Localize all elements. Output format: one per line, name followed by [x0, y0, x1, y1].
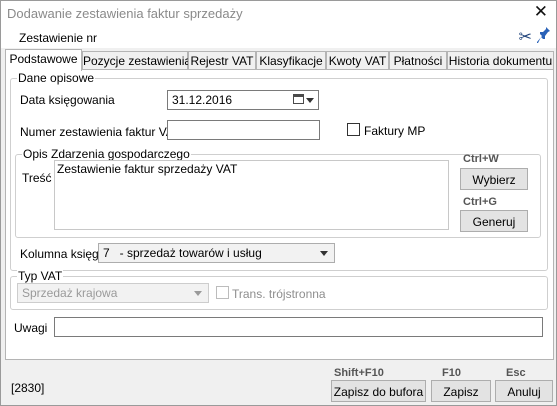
save-to-buffer-button[interactable]: Zapisz do bufora — [331, 380, 426, 402]
dane-opisowe-group: Dane opisowe Data księgowania 31.12.2016… — [10, 71, 548, 271]
data-ksiegowania-label: Data księgowania — [20, 93, 115, 107]
opis-zdarzenia-group: Opis Zdarzenia gospodarczego Treść Zesta… — [15, 147, 541, 238]
kolumna-ksiegi-label: Kolumna księgi — [20, 247, 102, 261]
scissors-icon[interactable]: ✂ — [519, 27, 532, 46]
data-ksiegowania-value: 31.12.2016 — [172, 93, 233, 107]
trans-trojstronna-label: Trans. trójstronna — [232, 287, 326, 301]
uwagi-label: Uwagi — [14, 321, 48, 335]
generuj-hotkey: Ctrl+G — [463, 196, 497, 208]
tresc-textarea[interactable]: Zestawienie faktur sprzedaży VAT — [54, 160, 449, 230]
zapisz-do-bufora-hotkey: Shift+F10 — [334, 367, 384, 379]
wybierz-button[interactable]: Wybierz — [460, 168, 528, 190]
tresc-label: Treść — [22, 171, 52, 185]
uwagi-field[interactable] — [54, 317, 543, 337]
close-icon[interactable]: ✕ — [534, 2, 548, 22]
data-ksiegowania-field[interactable]: 31.12.2016 — [167, 90, 319, 110]
typ-vat-group: Typ VAT Sprzedaż krajowa Trans. trójstro… — [10, 269, 548, 310]
faktury-mp-label: Faktury MP — [364, 124, 426, 138]
tab-historia-dokumentu[interactable]: Historia dokumentu — [447, 51, 554, 70]
zapisz-hotkey: F10 — [442, 367, 461, 379]
cancel-button[interactable]: Anuluj — [495, 380, 553, 402]
document-number-label: Zestawienie nr — [19, 31, 98, 45]
numer-zestawienia-field[interactable] — [167, 120, 320, 140]
opis-zdarzenia-title: Opis Zdarzenia gospodarczego — [22, 147, 191, 161]
kolumna-ksiegi-select[interactable]: 7 - sprzedaż towarów i usług — [98, 243, 335, 263]
tab-panel-podstawowe: Dane opisowe Data księgowania 31.12.2016… — [5, 69, 554, 360]
chevron-down-icon[interactable] — [320, 251, 328, 256]
typ-vat-value: Sprzedaż krajowa — [22, 286, 118, 300]
dane-opisowe-title: Dane opisowe — [17, 71, 96, 85]
tab-klasyfikacje[interactable]: Klasyfikacje — [256, 51, 326, 70]
dialog-window: Dodawanie zestawienia faktur sprzedaży ✕… — [0, 0, 557, 406]
generuj-button[interactable]: Generuj — [460, 210, 528, 232]
record-id: [2830] — [11, 381, 45, 395]
typ-vat-select[interactable]: Sprzedaż krajowa — [17, 283, 209, 303]
wybierz-hotkey: Ctrl+W — [463, 153, 499, 165]
kolumna-ksiegi-value: 7 - sprzedaż towarów i usług — [103, 246, 262, 260]
trans-trojstronna-checkbox[interactable] — [216, 286, 229, 299]
save-button[interactable]: Zapisz — [431, 380, 491, 402]
calendar-icon[interactable] — [293, 94, 304, 104]
chevron-down-icon[interactable] — [306, 98, 314, 103]
tab-podstawowe[interactable]: Podstawowe — [5, 49, 82, 71]
tab-platnosci[interactable]: Płatności — [389, 51, 447, 70]
toolbar: Zestawienie nr ✂ — [1, 26, 556, 48]
tab-kwoty-vat[interactable]: Kwoty VAT — [326, 51, 389, 70]
title-bar: Dodawanie zestawienia faktur sprzedaży ✕ — [1, 1, 556, 26]
chevron-down-icon[interactable] — [194, 291, 202, 296]
faktury-mp-checkbox[interactable] — [347, 123, 360, 136]
tab-pozycje-zestawienia[interactable]: Pozycje zestawienia — [82, 51, 191, 70]
window-title: Dodawanie zestawienia faktur sprzedaży — [7, 6, 243, 21]
typ-vat-title: Typ VAT — [17, 269, 64, 283]
tresc-value: Zestawienie faktur sprzedaży VAT — [57, 162, 238, 176]
pin-icon[interactable] — [537, 26, 551, 48]
tab-bar: Podstawowe Pozycje zestawienia Rejestr V… — [5, 49, 554, 71]
numer-zestawienia-label: Numer zestawienia faktur VAT — [20, 125, 181, 139]
anuluj-hotkey: Esc — [506, 367, 526, 379]
tab-rejestr-vat[interactable]: Rejestr VAT — [188, 51, 256, 70]
